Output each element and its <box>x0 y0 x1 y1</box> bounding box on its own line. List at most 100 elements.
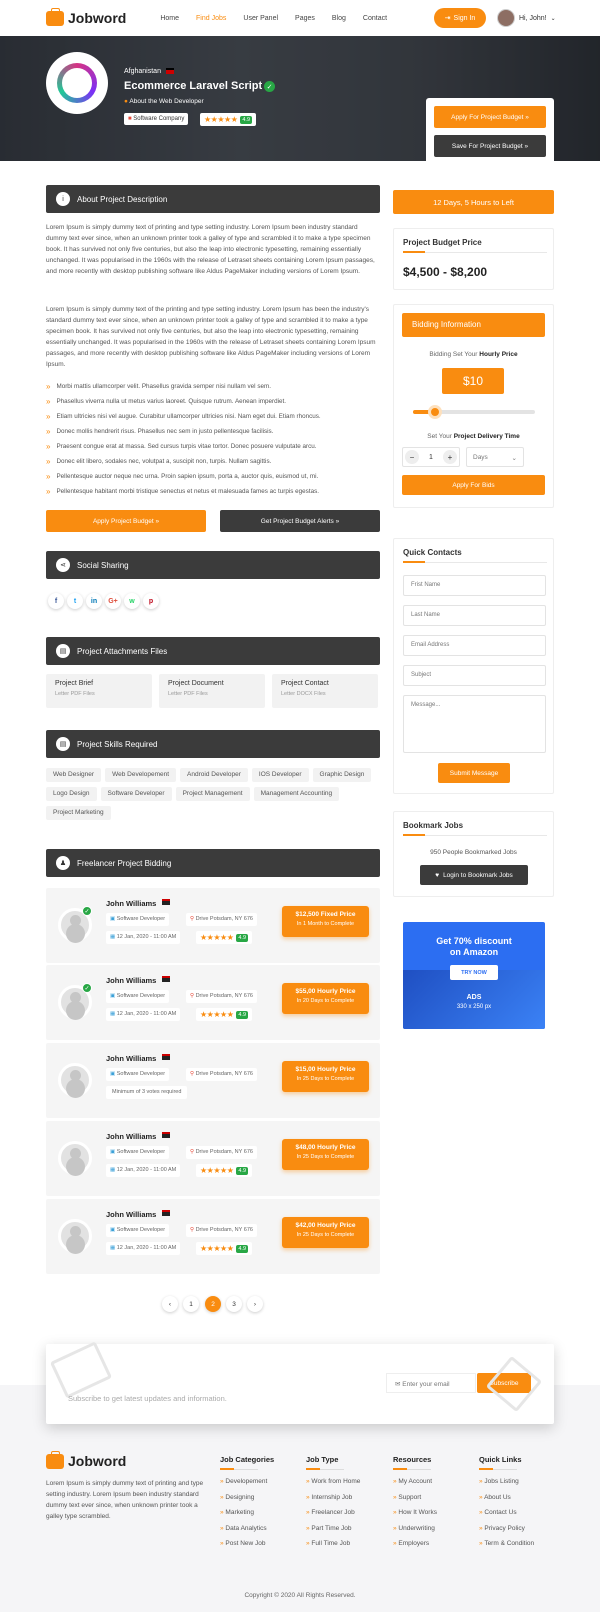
sign-in-button[interactable]: ⇥ Sign In <box>434 8 486 28</box>
brand-logo[interactable]: Jobword <box>46 7 127 26</box>
pinterest-icon[interactable]: p <box>143 593 159 609</box>
description-paragraph-1: Lorem Ipsum is simply dummy text of prin… <box>46 224 375 275</box>
price-slider[interactable] <box>413 405 535 419</box>
footer-link[interactable]: Full Time Job <box>306 1540 360 1556</box>
nav-item-blog[interactable]: Blog <box>332 15 346 22</box>
subscribe-email-input[interactable]: ✉ Enter your email <box>386 1373 476 1393</box>
attachment-file[interactable]: Project Contact Letter DOCX Files <box>272 674 378 708</box>
apply-project-budget-button-2[interactable]: Apply Project Budget » <box>46 510 206 532</box>
skill-tag[interactable]: Project Management <box>175 787 250 801</box>
googleplus-icon[interactable]: G+ <box>105 593 121 609</box>
bid-price-button[interactable]: $15,00 Hourly Price In 25 Days to Complet… <box>282 1061 369 1092</box>
footer-logo[interactable]: Jobword <box>46 1450 127 1469</box>
footer-link[interactable]: Developement <box>220 1478 274 1494</box>
footer-link[interactable]: Post New Job <box>220 1540 274 1556</box>
slider-handle[interactable] <box>427 405 442 419</box>
footer-link[interactable]: Internship Job <box>306 1494 360 1510</box>
footer-link[interactable]: Part Time Job <box>306 1525 360 1541</box>
skill-tag[interactable]: Software Developer <box>100 787 172 801</box>
prev-page-icon[interactable]: ‹ <box>162 1296 178 1312</box>
delivery-unit-select[interactable]: Days ⌄ <box>466 447 524 467</box>
page-1-button[interactable]: 1 <box>183 1296 199 1312</box>
skill-tag[interactable]: IOS Developer <box>251 768 309 782</box>
bid-price-button[interactable]: $48,00 Hourly Price In 25 Days to Complet… <box>282 1139 369 1170</box>
footer-link[interactable]: How It Works <box>393 1509 437 1525</box>
get-budget-alerts-button[interactable]: Get Project Budget Alerts » <box>220 510 380 532</box>
nav-item-home[interactable]: Home <box>160 15 179 22</box>
users-icon: ♟ <box>56 856 70 870</box>
nav-item-pages[interactable]: Pages <box>295 15 315 22</box>
apply-project-budget-button[interactable]: Apply For Project Budget » <box>434 106 546 128</box>
verified-icon: ✓ <box>82 906 92 916</box>
twitter-icon[interactable]: t <box>67 593 83 609</box>
about-developer-link[interactable]: ● About the Web Developer <box>124 98 204 105</box>
bidder-name[interactable]: John Williams <box>106 1054 156 1063</box>
brand-name: Jobword <box>68 10 127 26</box>
save-project-budget-button[interactable]: Save For Project Budget » <box>434 135 546 157</box>
bidder-name[interactable]: John Williams <box>106 976 156 985</box>
apply-for-bids-button[interactable]: Apply For Bids <box>402 475 545 495</box>
footer-link[interactable]: Freelancer Job <box>306 1509 360 1525</box>
skill-tag[interactable]: Web Developement <box>105 768 177 782</box>
info-icon: i <box>56 192 70 206</box>
footer-column-title: Quick Links <box>479 1455 522 1464</box>
login-bookmark-button[interactable]: ♥ Login to Bookmark Jobs <box>420 865 528 885</box>
bidder-name[interactable]: John Williams <box>106 899 156 908</box>
bidding-card: Bidding Information Bidding Set Your Hou… <box>393 304 554 508</box>
submit-message-button[interactable]: Submit Message <box>438 763 510 783</box>
bidder-name[interactable]: John Williams <box>106 1210 156 1219</box>
footer-link[interactable]: Privacy Policy <box>479 1525 534 1541</box>
subject-field[interactable]: Subject <box>403 665 546 686</box>
bidder-name[interactable]: John Williams <box>106 1132 156 1141</box>
footer-column: Job Type Work from HomeInternship JobFree… <box>306 1455 360 1556</box>
email-field[interactable]: Email Address <box>403 635 546 656</box>
nav-item-contact[interactable]: Contact <box>363 15 387 22</box>
bid-date: ▦ 12 Jan, 2020 - 11:00 AM <box>106 931 181 944</box>
skill-tag[interactable]: Graphic Design <box>312 768 372 782</box>
attachment-file[interactable]: Project Brief Letter PDF Files <box>46 674 152 708</box>
ad-try-button[interactable]: TRY NOW <box>450 965 498 980</box>
footer-link[interactable]: Contact Us <box>479 1509 534 1525</box>
footer-link[interactable]: Term & Condition <box>479 1540 534 1556</box>
next-page-icon[interactable]: › <box>247 1296 263 1312</box>
bid-price-button[interactable]: $55,00 Hourly Price In 20 Days to Complet… <box>282 983 369 1014</box>
bidder-location: ⚲ Drive Potsdam, NY 676 <box>186 913 257 926</box>
skill-tag[interactable]: Logo Design <box>46 787 97 801</box>
skill-tag[interactable]: Web Designer <box>46 768 102 782</box>
footer-link[interactable]: Jobs Listing <box>479 1478 534 1494</box>
page-2-button[interactable]: 2 <box>205 1296 221 1312</box>
advertisement-banner[interactable]: Get 70% discount on Amazon TRY NOW ADS 3… <box>403 922 545 1029</box>
footer-link[interactable]: Employers <box>393 1540 437 1556</box>
skill-tag[interactable]: Android Developer <box>180 768 248 782</box>
skill-tag[interactable]: Management Accounting <box>253 787 340 801</box>
footer-brand: Jobword <box>68 1453 127 1469</box>
footer-link[interactable]: Data Analytics <box>220 1525 274 1541</box>
footer-link[interactable]: Marketing <box>220 1509 274 1525</box>
attachment-file[interactable]: Project Document Letter PDF Files <box>159 674 265 708</box>
budget-value: $4,500 - $8,200 <box>403 265 488 279</box>
footer-link[interactable]: About Us <box>479 1494 534 1510</box>
message-field[interactable]: Message... <box>403 695 546 753</box>
footer-link[interactable]: My Account <box>393 1478 437 1494</box>
first-name-field[interactable]: Frist Name <box>403 575 546 596</box>
footer-link[interactable]: Designing <box>220 1494 274 1510</box>
last-name-field[interactable]: Last Name <box>403 605 546 626</box>
footer-link[interactable]: Underwriting <box>393 1525 437 1541</box>
facebook-icon[interactable]: f <box>48 593 64 609</box>
nav-item-find-jobs[interactable]: Find Jobs <box>196 15 226 22</box>
bid-price-button[interactable]: $42,00 Hourly Price In 25 Days to Complet… <box>282 1217 369 1248</box>
plus-icon[interactable]: + <box>443 450 457 464</box>
whatsapp-icon[interactable]: w <box>124 593 140 609</box>
footer-link[interactable]: Work from Home <box>306 1478 360 1494</box>
ad-label: ADS <box>466 994 482 1001</box>
quantity-stepper[interactable]: − 1 + <box>402 447 460 467</box>
skill-tag[interactable]: Project Marketing <box>46 806 111 820</box>
user-menu[interactable]: Hi, John! ⌄ <box>497 9 556 27</box>
footer-link[interactable]: Support <box>393 1494 437 1510</box>
bid-price-button[interactable]: $12,500 Fixed Price In 1 Month to Complet… <box>282 906 369 937</box>
page-3-button[interactable]: 3 <box>226 1296 242 1312</box>
linkedin-icon[interactable]: in <box>86 593 102 609</box>
rating-value: 4.9 <box>240 115 253 124</box>
minus-icon[interactable]: − <box>405 450 419 464</box>
nav-item-user-panel[interactable]: User Panel <box>243 15 278 22</box>
